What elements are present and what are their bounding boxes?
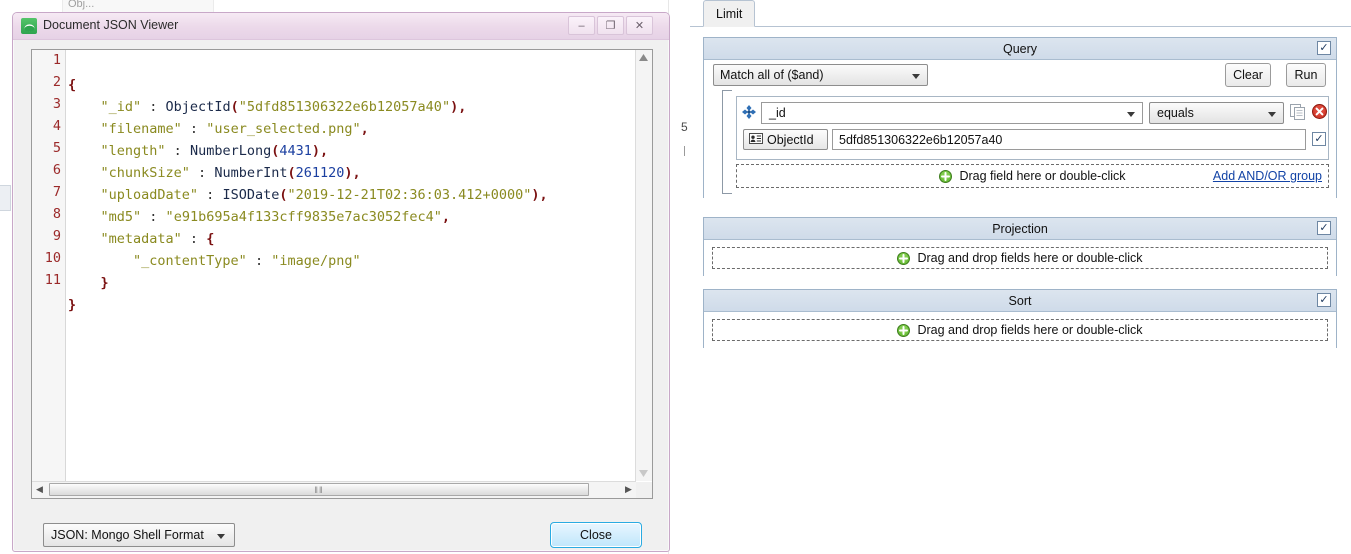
json-code[interactable]: { "_id" : ObjectId("5dfd851306322e6b1205… xyxy=(68,50,636,481)
tab-strip: Limit xyxy=(690,0,1351,27)
contact-card-icon xyxy=(749,132,763,147)
operator-select[interactable]: equals xyxy=(1149,102,1284,124)
background-left-edge-tab[interactable] xyxy=(0,185,11,211)
dialog-title-bar[interactable]: Document JSON Viewer – ❐ ✕ xyxy=(13,13,669,40)
background-editor-gutter xyxy=(668,0,692,554)
json-editor-frame: 1 2 3 4 5 6 7 8 9 10 11 { "_id" : ObjectId("5dfd85… xyxy=(31,49,653,499)
query-builder-pane: Limit Query ✓ Match all of ($and) Clear … xyxy=(690,0,1351,554)
json-editor-scroll-area[interactable]: 1 2 3 4 5 6 7 8 9 10 11 { "_id" : ObjectId("5dfd85… xyxy=(32,50,636,481)
drag-handle-icon[interactable] xyxy=(742,105,756,119)
line-number: 10 xyxy=(44,250,61,266)
background-gutter-line-number: 5 xyxy=(681,120,688,134)
match-mode-value: Match all of ($and) xyxy=(720,68,824,82)
projection-field-dropzone[interactable]: Drag and drop fields here or double-clic… xyxy=(712,247,1328,269)
sort-panel-title: Sort xyxy=(1008,293,1032,308)
json-value-length: 4431 xyxy=(279,143,312,159)
query-field-dropzone[interactable]: Drag field here or double-click Add AND/… xyxy=(736,164,1329,188)
horizontal-scroll-thumb[interactable]: ‖‖ xyxy=(49,483,589,496)
line-number: 2 xyxy=(52,74,61,90)
json-value-uploaddate: 2019-12-21T02:36:03.412+0000 xyxy=(295,187,524,203)
close-button[interactable]: Close xyxy=(550,522,642,548)
line-number: 7 xyxy=(52,184,61,200)
background-ghost-tab-label: Obj... xyxy=(68,0,95,10)
query-panel-title: Query xyxy=(1002,41,1038,56)
sort-panel-header: Sort ✓ xyxy=(704,290,1336,312)
chevron-down-icon xyxy=(217,534,225,539)
objectid-type-button[interactable]: ObjectId xyxy=(743,129,828,150)
condition-value-text: 5dfd851306322e6b12057a40 xyxy=(839,132,1003,147)
delete-condition-icon[interactable] xyxy=(1312,104,1327,119)
projection-dropzone-label: Drag and drop fields here or double-clic… xyxy=(917,251,1143,265)
match-mode-select[interactable]: Match all of ($and) xyxy=(713,64,928,86)
projection-panel-title: Projection xyxy=(992,221,1048,236)
sort-dropzone-label: Drag and drop fields here or double-clic… xyxy=(917,323,1143,337)
json-value-filename: user_selected.png xyxy=(214,121,353,137)
close-icon[interactable]: ✕ xyxy=(626,16,653,35)
projection-enabled-checkbox[interactable]: ✓ xyxy=(1317,221,1331,235)
query-toolbar: Match all of ($and) Clear Run xyxy=(704,60,1336,91)
plus-icon xyxy=(897,323,911,337)
sort-enabled-checkbox[interactable]: ✓ xyxy=(1317,293,1331,307)
line-number: 4 xyxy=(52,118,61,134)
scroll-left-icon[interactable]: ◀ xyxy=(32,482,47,497)
json-format-select[interactable]: JSON: Mongo Shell Format xyxy=(43,523,235,547)
line-number: 6 xyxy=(52,162,61,178)
query-dropzone-label: Drag field here or double-click xyxy=(959,169,1126,183)
add-and-or-group-link[interactable]: Add AND/OR group xyxy=(1213,169,1322,183)
chevron-down-icon xyxy=(1268,112,1276,117)
sort-field-dropzone[interactable]: Drag and drop fields here or double-clic… xyxy=(712,319,1328,341)
query-panel: Query ✓ Match all of ($and) Clear Run _i… xyxy=(703,37,1337,199)
scroll-down-icon[interactable] xyxy=(636,466,651,481)
document-json-viewer-dialog: Document JSON Viewer – ❐ ✕ 1 2 3 4 5 6 7 8 9 10 11… xyxy=(12,12,670,552)
query-panel-header: Query ✓ xyxy=(704,38,1336,60)
scrollbar-corner xyxy=(636,482,652,498)
scroll-up-icon[interactable] xyxy=(636,50,651,65)
condition-enabled-checkbox[interactable]: ✓ xyxy=(1312,132,1326,146)
plus-icon xyxy=(897,251,911,265)
line-number: 11 xyxy=(44,272,61,288)
app-logo-icon xyxy=(21,18,37,34)
objectid-type-label: ObjectId xyxy=(767,132,814,147)
group-bracket xyxy=(722,90,732,194)
minimize-button[interactable]: – xyxy=(568,16,595,35)
chevron-down-icon xyxy=(912,74,920,79)
line-number-gutter: 1 2 3 4 5 6 7 8 9 10 11 xyxy=(32,50,66,481)
query-enabled-checkbox[interactable]: ✓ xyxy=(1317,41,1331,55)
json-value-id: 5dfd851306322e6b12057a40 xyxy=(246,99,442,115)
clear-button[interactable]: Clear xyxy=(1225,63,1271,87)
editor-horizontal-scrollbar[interactable]: ◀ ‖‖ ▶ xyxy=(32,481,636,498)
sort-panel-body: Drag and drop fields here or double-clic… xyxy=(704,319,1336,356)
maximize-button[interactable]: ❐ xyxy=(597,16,624,35)
query-panel-body: Match all of ($and) Clear Run _id equals… xyxy=(704,60,1336,199)
run-button[interactable]: Run xyxy=(1286,63,1326,87)
line-number: 3 xyxy=(52,96,61,112)
field-select-value: _id xyxy=(769,106,786,120)
line-number: 1 xyxy=(52,52,61,68)
chevron-down-icon xyxy=(1127,112,1135,117)
json-value-md5: e91b695a4f133cff9835e7ac3052fec4 xyxy=(173,209,434,225)
projection-panel-body: Drag and drop fields here or double-clic… xyxy=(704,247,1336,284)
json-format-value: JSON: Mongo Shell Format xyxy=(51,528,204,542)
background-text-caret xyxy=(684,146,685,156)
field-select[interactable]: _id xyxy=(761,102,1143,124)
tab-limit[interactable]: Limit xyxy=(703,0,756,27)
operator-select-value: equals xyxy=(1157,106,1194,120)
condition-value-input[interactable]: 5dfd851306322e6b12057a40 xyxy=(832,129,1306,150)
projection-panel-header: Projection ✓ xyxy=(704,218,1336,240)
json-value-chunksize: 261120 xyxy=(295,165,345,181)
line-number: 8 xyxy=(52,206,61,222)
scroll-right-icon[interactable]: ▶ xyxy=(621,482,636,497)
query-condition-row: _id equals ObjectId 5dfd851306322e6b1205… xyxy=(736,96,1329,160)
projection-panel: Projection ✓ Drag and drop fields here o… xyxy=(703,217,1337,284)
copy-icon[interactable] xyxy=(1290,104,1307,121)
editor-vertical-scrollbar[interactable] xyxy=(635,50,652,481)
line-number: 9 xyxy=(52,228,61,244)
plus-icon xyxy=(939,169,953,183)
sort-panel: Sort ✓ Drag and drop fields here or doub… xyxy=(703,289,1337,356)
json-value-contenttype: image/png xyxy=(279,253,353,269)
line-number: 5 xyxy=(52,140,61,156)
dialog-title: Document JSON Viewer xyxy=(43,18,179,32)
